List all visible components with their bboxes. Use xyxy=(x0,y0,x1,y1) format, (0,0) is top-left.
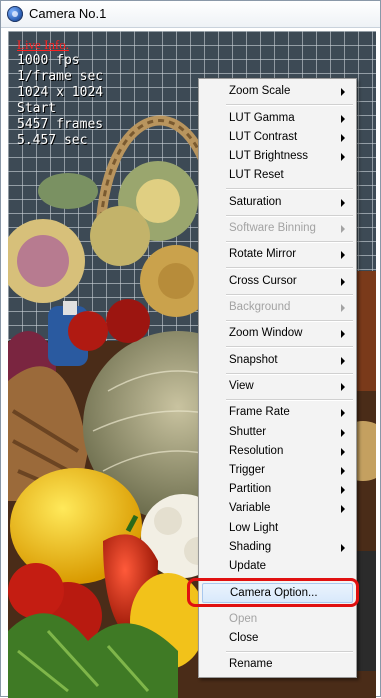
menu-separator xyxy=(226,399,353,401)
menu-separator xyxy=(226,346,353,348)
submenu-arrow-icon xyxy=(341,429,345,437)
menu-item-low-light[interactable]: Low Light xyxy=(202,519,353,539)
submenu-arrow-icon xyxy=(341,115,345,123)
menu-item-lut-brightness[interactable]: LUT Brightness xyxy=(202,147,353,167)
menu-item-variable[interactable]: Variable xyxy=(202,499,353,519)
camera-app-icon xyxy=(7,6,23,22)
camera-option-highlight-outline xyxy=(187,578,359,607)
live-info-shutter: 1/frame sec xyxy=(17,69,104,84)
menu-item-zoom-window[interactable]: Zoom Window xyxy=(202,324,353,344)
menu-item-partition[interactable]: Partition xyxy=(202,480,353,500)
menu-item-lut-contrast[interactable]: LUT Contrast xyxy=(202,128,353,148)
menu-item-update[interactable]: Update xyxy=(202,557,353,577)
submenu-arrow-icon xyxy=(341,486,345,494)
live-info-time: 5.457 sec xyxy=(17,133,88,148)
menu-item-open: Open xyxy=(229,613,258,625)
live-info-status: Start xyxy=(17,101,57,116)
menu-separator xyxy=(226,294,353,296)
live-info-header: Live Info. xyxy=(17,37,69,52)
menu-item-cross-cursor[interactable]: Cross Cursor xyxy=(202,272,353,292)
menu-item-lut-reset[interactable]: LUT Reset xyxy=(202,166,353,186)
menu-item-trigger[interactable]: Trigger xyxy=(202,461,353,481)
submenu-arrow-icon xyxy=(341,467,345,475)
menu-item-snapshot[interactable]: Snapshot xyxy=(202,351,353,371)
menu-item-software-binning: Software Binning xyxy=(202,219,353,239)
submenu-arrow-icon xyxy=(341,383,345,391)
menu-item-shading[interactable]: Shading xyxy=(202,538,353,558)
submenu-arrow-icon xyxy=(341,199,345,207)
menu-item-frame-rate[interactable]: Frame Rate xyxy=(202,403,353,423)
menu-separator xyxy=(226,267,353,269)
menu-separator xyxy=(226,188,353,190)
window-title: Camera No.1 xyxy=(29,6,107,21)
live-info-frames: 5457 frames xyxy=(17,117,104,132)
menu-item-shutter[interactable]: Shutter xyxy=(202,423,353,443)
menu-item-resolution[interactable]: Resolution xyxy=(202,442,353,462)
submenu-arrow-icon xyxy=(341,409,345,417)
menu-separator xyxy=(226,373,353,375)
submenu-arrow-icon xyxy=(341,448,345,456)
menu-item-close[interactable]: Close xyxy=(202,629,353,649)
submenu-arrow-icon xyxy=(341,153,345,161)
menu-separator xyxy=(226,320,353,322)
menu-item-zoom-scale[interactable]: Zoom Scale xyxy=(202,82,353,102)
camera-window: Camera No.1 Live Info. 1000 fps 1/frame … xyxy=(0,0,381,698)
menu-item-saturation[interactable]: Saturation xyxy=(202,193,353,213)
menu-separator xyxy=(226,104,353,106)
submenu-arrow-icon xyxy=(341,251,345,259)
submenu-arrow-icon xyxy=(341,304,345,312)
menu-item-rename[interactable]: Rename xyxy=(202,655,353,675)
submenu-arrow-icon xyxy=(341,134,345,142)
submenu-arrow-icon xyxy=(341,88,345,96)
menu-item-lut-gamma[interactable]: LUT Gamma xyxy=(202,109,353,129)
submenu-arrow-icon xyxy=(341,330,345,338)
menu-separator xyxy=(226,651,353,653)
menu-item-rotate-mirror[interactable]: Rotate Mirror xyxy=(202,245,353,265)
menu-separator xyxy=(226,215,353,217)
menu-item-view[interactable]: View xyxy=(202,377,353,397)
menu-separator xyxy=(226,241,353,243)
live-info-fps: 1000 fps xyxy=(17,53,80,68)
submenu-arrow-icon xyxy=(341,505,345,513)
title-bar[interactable]: Camera No.1 xyxy=(1,1,380,28)
submenu-arrow-icon xyxy=(341,225,345,233)
submenu-arrow-icon xyxy=(341,357,345,365)
menu-item-background: Background xyxy=(202,298,353,318)
submenu-arrow-icon xyxy=(341,278,345,286)
live-info-overlay: Live Info. 1000 fps 1/frame sec 1024 x 1… xyxy=(17,37,103,149)
submenu-arrow-icon xyxy=(341,544,345,552)
live-info-resolution: 1024 x 1024 xyxy=(17,85,104,100)
